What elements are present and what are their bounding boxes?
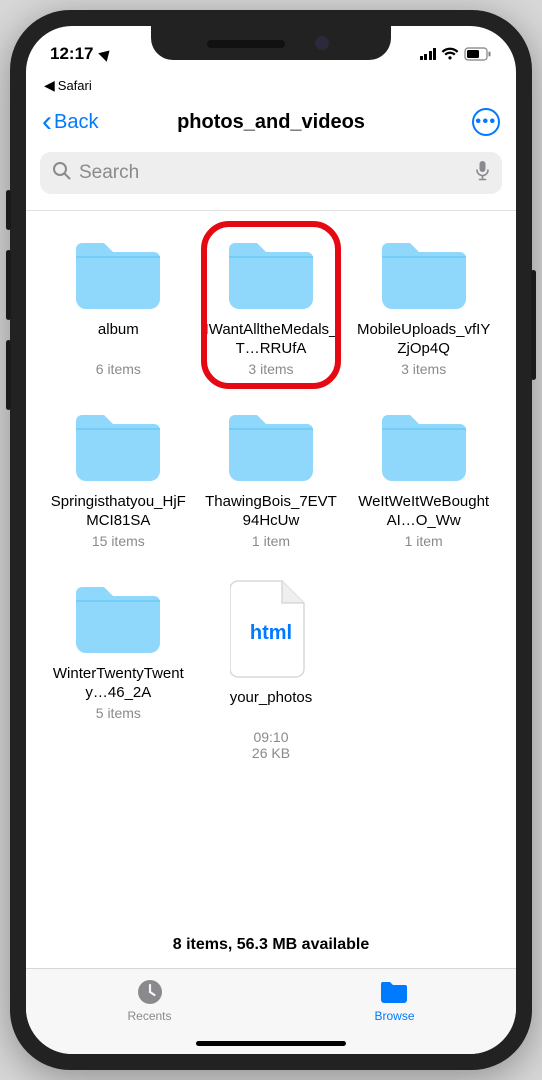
folder-icon bbox=[376, 407, 472, 483]
cell-signal-icon bbox=[420, 48, 437, 60]
back-button[interactable]: ‹ Back bbox=[42, 107, 98, 137]
item-subtitle: 3 items bbox=[401, 361, 446, 377]
breadcrumb[interactable]: ◀ Safari bbox=[26, 74, 516, 96]
search-field[interactable] bbox=[40, 152, 502, 194]
item-subtitle: 1 item bbox=[405, 533, 443, 549]
item-name: WeItWeItWeBoughtAI…O_Ww bbox=[356, 493, 492, 531]
item-name: MobileUploads_vfIYZjOp4Q bbox=[356, 321, 492, 359]
folder-item[interactable]: WinterTwentyTwenty…46_2A 5 items bbox=[46, 579, 191, 761]
folder-item[interactable]: Springisthatyou_HjFMCI81SA 15 items bbox=[46, 407, 191, 549]
folder-item[interactable]: MobileUploads_vfIYZjOp4Q 3 items bbox=[351, 235, 496, 377]
folder-icon bbox=[379, 977, 409, 1007]
item-name: album bbox=[98, 321, 139, 359]
folder-icon bbox=[70, 235, 166, 311]
tab-browse[interactable]: Browse bbox=[374, 977, 414, 1023]
item-subtitle: 09:10 bbox=[253, 729, 288, 745]
side-button bbox=[6, 190, 11, 230]
phone-frame: 12:17 ◀ Safari ‹ bbox=[10, 10, 532, 1070]
folder-icon bbox=[223, 407, 319, 483]
tab-label: Recents bbox=[127, 1009, 171, 1023]
item-name: WinterTwentyTwenty…46_2A bbox=[50, 665, 186, 703]
item-subtitle: 6 items bbox=[96, 361, 141, 377]
file-item[interactable]: html your_photos 09:1026 KB bbox=[199, 579, 344, 761]
folder-item[interactable]: WeItWeItWeBoughtAI…O_Ww 1 item bbox=[351, 407, 496, 549]
nav-bar: ‹ Back photos_and_videos ••• bbox=[26, 96, 516, 148]
side-button bbox=[6, 340, 11, 410]
svg-text:html: html bbox=[250, 622, 292, 644]
item-subtitle: 3 items bbox=[248, 361, 293, 377]
back-label: Back bbox=[54, 111, 98, 134]
item-name: IWantAlltheMedals_T…RRUfA bbox=[203, 321, 339, 359]
folder-item[interactable]: ThawingBois_7EVT94HcUw 1 item bbox=[199, 407, 344, 549]
html-file-icon: html bbox=[230, 579, 312, 679]
tab-recents[interactable]: Recents bbox=[127, 977, 171, 1023]
item-name: ThawingBois_7EVT94HcUw bbox=[203, 493, 339, 531]
side-button bbox=[6, 250, 11, 320]
item-name: Springisthatyou_HjFMCI81SA bbox=[50, 493, 186, 531]
side-button bbox=[531, 270, 536, 380]
folder-icon bbox=[376, 235, 472, 311]
caret-left-icon: ◀ bbox=[44, 78, 55, 92]
home-indicator[interactable] bbox=[196, 1041, 346, 1046]
more-button[interactable]: ••• bbox=[472, 108, 500, 136]
folder-icon bbox=[70, 407, 166, 483]
item-subtitle: 5 items bbox=[96, 705, 141, 721]
item-subtitle: 1 item bbox=[252, 533, 290, 549]
page-title: photos_and_videos bbox=[26, 111, 516, 134]
wifi-icon bbox=[441, 47, 459, 61]
tab-label: Browse bbox=[374, 1009, 414, 1023]
breadcrumb-app: Safari bbox=[58, 78, 92, 93]
location-arrow-icon bbox=[99, 46, 115, 62]
item-name: your_photos bbox=[230, 689, 313, 727]
battery-icon bbox=[464, 47, 492, 61]
storage-summary: 8 items, 56.3 MB available bbox=[26, 926, 516, 968]
item-subtitle: 15 items bbox=[92, 533, 145, 549]
folder-item[interactable]: album 6 items bbox=[46, 235, 191, 377]
ellipsis-icon: ••• bbox=[475, 114, 496, 130]
folder-item[interactable]: IWantAlltheMedals_T…RRUfA 3 items bbox=[199, 235, 344, 377]
chevron-left-icon: ‹ bbox=[42, 107, 52, 137]
status-time: 12:17 bbox=[50, 44, 93, 64]
mic-icon[interactable] bbox=[475, 160, 490, 186]
item-grid: album 6 items IWantAlltheMedals_T…RRUfA 3 i… bbox=[26, 211, 516, 926]
clock-icon bbox=[135, 977, 165, 1007]
item-subtitle-2: 26 KB bbox=[252, 745, 290, 761]
folder-icon bbox=[223, 235, 319, 311]
screen: 12:17 ◀ Safari ‹ bbox=[26, 26, 516, 1054]
notch bbox=[151, 26, 391, 60]
search-icon bbox=[52, 161, 71, 185]
search-input[interactable] bbox=[79, 162, 467, 184]
folder-icon bbox=[70, 579, 166, 655]
